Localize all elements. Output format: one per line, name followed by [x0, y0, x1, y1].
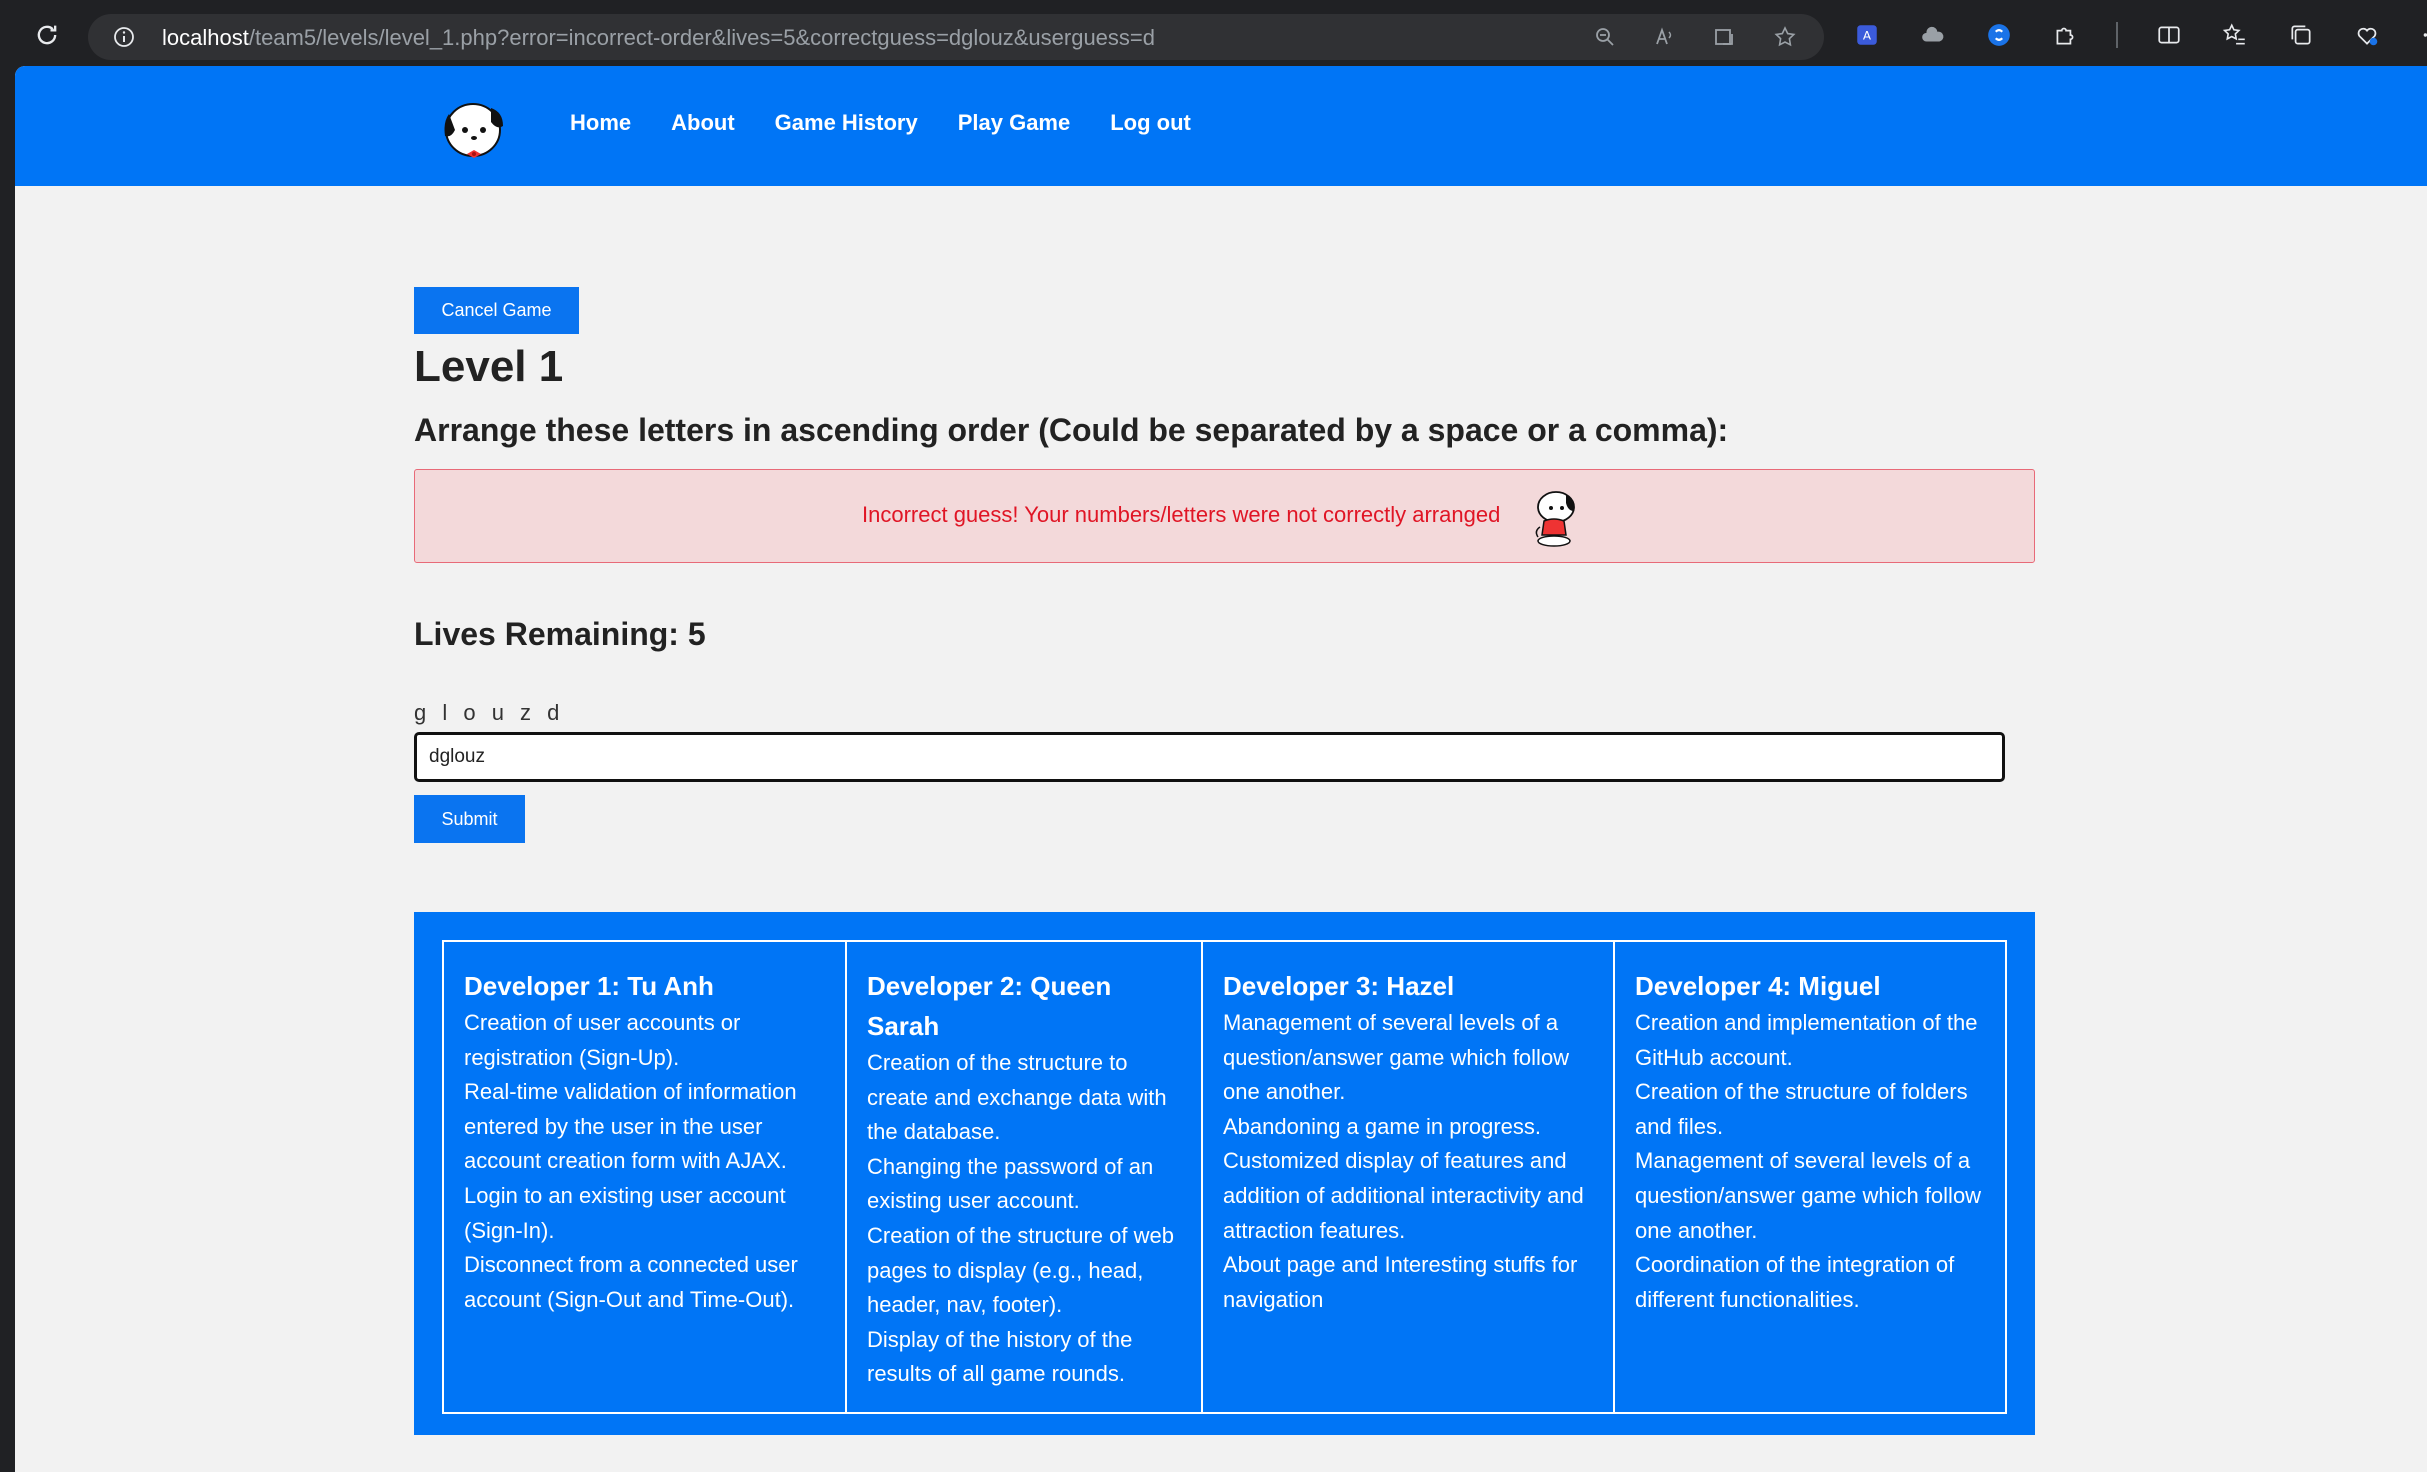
developer-task: Management of several levels of a — [1223, 1010, 1559, 1035]
browser-toolbar: localhost/team5/levels/level_1.php?error… — [0, 0, 2427, 70]
pochacco-sad-image — [1522, 485, 1586, 549]
url-text: localhost/team5/levels/level_1.php?error… — [162, 25, 1156, 50]
developer-task: registration (Sign-Up). — [464, 1044, 680, 1070]
developer-name: Developer 4: Miguel — [1635, 971, 1881, 1001]
split-screen-icon[interactable] — [2154, 20, 2184, 50]
developer-task: question/answer game which follow — [1635, 1182, 1982, 1208]
developer-task: Creation and implementation of the — [1635, 1010, 1978, 1035]
developer-card: Developer 2: Queen Sarah Creation of the… — [845, 940, 1203, 1414]
developer-name: Developer 2: Queen Sarah — [867, 971, 1112, 1041]
error-message: Incorrect guess! Your numbers/letters we… — [862, 502, 1501, 527]
favorite-star-icon[interactable] — [1770, 22, 1800, 52]
lives-remaining: Lives Remaining: 5 — [414, 616, 706, 652]
zoom-out-icon[interactable] — [1590, 22, 1620, 52]
developer-task: Display of the history of the — [867, 1326, 1133, 1352]
nav-home-link[interactable]: Home — [570, 110, 631, 136]
developer-task: addition of additional interactivity and — [1223, 1182, 1584, 1208]
developers-panel: Developer 1: Tu Anh Creation of user acc… — [414, 912, 2035, 1435]
developer-task: account creation form with AJAX. — [464, 1148, 787, 1174]
site-navbar: Home About Game History Play Game Log ou… — [15, 66, 2427, 186]
page-viewport: Home About Game History Play Game Log ou… — [15, 66, 2427, 1472]
instructions-heading: Arrange these letters in ascending order… — [414, 412, 1729, 448]
developers-table: Developer 1: Tu Anh Creation of user acc… — [442, 940, 2007, 1414]
developer-task: Creation of the structure of web — [867, 1222, 1174, 1248]
toolbar-separator — [2116, 22, 2118, 48]
guess-input[interactable] — [414, 732, 2005, 782]
read-aloud-icon[interactable] — [1650, 22, 1680, 52]
address-bar[interactable]: localhost/team5/levels/level_1.php?error… — [88, 14, 1824, 60]
developer-task: Coordination of the integration of — [1635, 1252, 1955, 1278]
nav-links: Home About Game History Play Game Log ou… — [570, 110, 1191, 136]
svg-text:A: A — [1863, 28, 1872, 42]
nav-logout-link[interactable]: Log out — [1110, 110, 1191, 136]
developer-task: account (Sign-Out and Time-Out). — [464, 1286, 795, 1312]
shazam-extension-icon[interactable] — [1984, 20, 2014, 50]
developer-task: (Sign-In). — [464, 1217, 555, 1243]
developer-task: question/answer game which follow — [1223, 1044, 1570, 1070]
developer-task: one another. — [1635, 1217, 1758, 1243]
developer-task: Management of several levels of a — [1635, 1148, 1971, 1174]
more-options-icon[interactable] — [2418, 20, 2427, 50]
pochacco-logo[interactable] — [433, 86, 513, 166]
developer-name: Developer 3: Hazel — [1223, 971, 1455, 1001]
developer-task: Login to an existing user account — [464, 1182, 786, 1208]
developer-name: Developer 1: Tu Anh — [464, 971, 714, 1001]
developer-card: Developer 3: Hazel Management of several… — [1201, 940, 1615, 1414]
collections-icon[interactable] — [2286, 20, 2316, 50]
nav-game-history-link[interactable]: Game History — [775, 110, 918, 136]
cancel-game-button[interactable]: Cancel Game — [414, 287, 579, 334]
developer-task: different functionalities. — [1635, 1286, 1860, 1312]
immersive-reader-icon[interactable] — [1710, 22, 1740, 52]
site-info-icon[interactable] — [110, 23, 138, 51]
submit-button[interactable]: Submit — [414, 795, 525, 843]
letters-to-arrange: g l o u z d — [414, 700, 565, 725]
developer-task: attraction features. — [1223, 1217, 1406, 1243]
developer-task: results of all game rounds. — [867, 1361, 1126, 1387]
favorites-icon[interactable] — [2220, 20, 2250, 50]
developer-task: Disconnect from a connected user — [464, 1252, 798, 1278]
developer-task: create and exchange data with — [867, 1084, 1167, 1110]
developer-task: navigation — [1223, 1286, 1324, 1312]
developer-task: header, nav, footer). — [867, 1292, 1063, 1318]
developer-task: GitHub account. — [1635, 1044, 1793, 1070]
cloud-extension-icon[interactable] — [1918, 20, 1948, 50]
developer-task: Creation of the structure to — [867, 1050, 1128, 1075]
reload-icon[interactable] — [30, 18, 64, 52]
developer-task: and files. — [1635, 1113, 1724, 1139]
nav-play-game-link[interactable]: Play Game — [958, 110, 1071, 136]
developer-task: Real-time validation of information — [464, 1079, 797, 1105]
developer-task: Abandoning a game in progress. — [1223, 1113, 1541, 1139]
developer-task: Changing the password of an — [867, 1153, 1154, 1179]
developer-task: one another. — [1223, 1079, 1346, 1105]
error-alert: Incorrect guess! Your numbers/letters we… — [414, 469, 2035, 563]
level-title: Level 1 — [414, 342, 564, 391]
developer-card: Developer 4: Miguel Creation and impleme… — [1613, 940, 2007, 1414]
developer-task: Creation of the structure of folders — [1635, 1079, 1968, 1105]
nav-about-link[interactable]: About — [671, 110, 735, 136]
translate-extension-icon[interactable]: A — [1852, 20, 1882, 50]
developer-task: pages to display (e.g., head, — [867, 1257, 1144, 1283]
developer-card: Developer 1: Tu Anh Creation of user acc… — [442, 940, 847, 1414]
developer-task: entered by the user in the user — [464, 1113, 763, 1139]
developer-task: About page and Interesting stuffs for — [1223, 1252, 1578, 1278]
developer-task: Customized display of features and — [1223, 1148, 1567, 1174]
developer-task: the database. — [867, 1119, 1001, 1145]
developer-task: Creation of user accounts or — [464, 1010, 741, 1035]
developer-task: existing user account. — [867, 1188, 1080, 1214]
extensions-puzzle-icon[interactable] — [2050, 20, 2080, 50]
browser-essentials-icon[interactable] — [2352, 20, 2382, 50]
